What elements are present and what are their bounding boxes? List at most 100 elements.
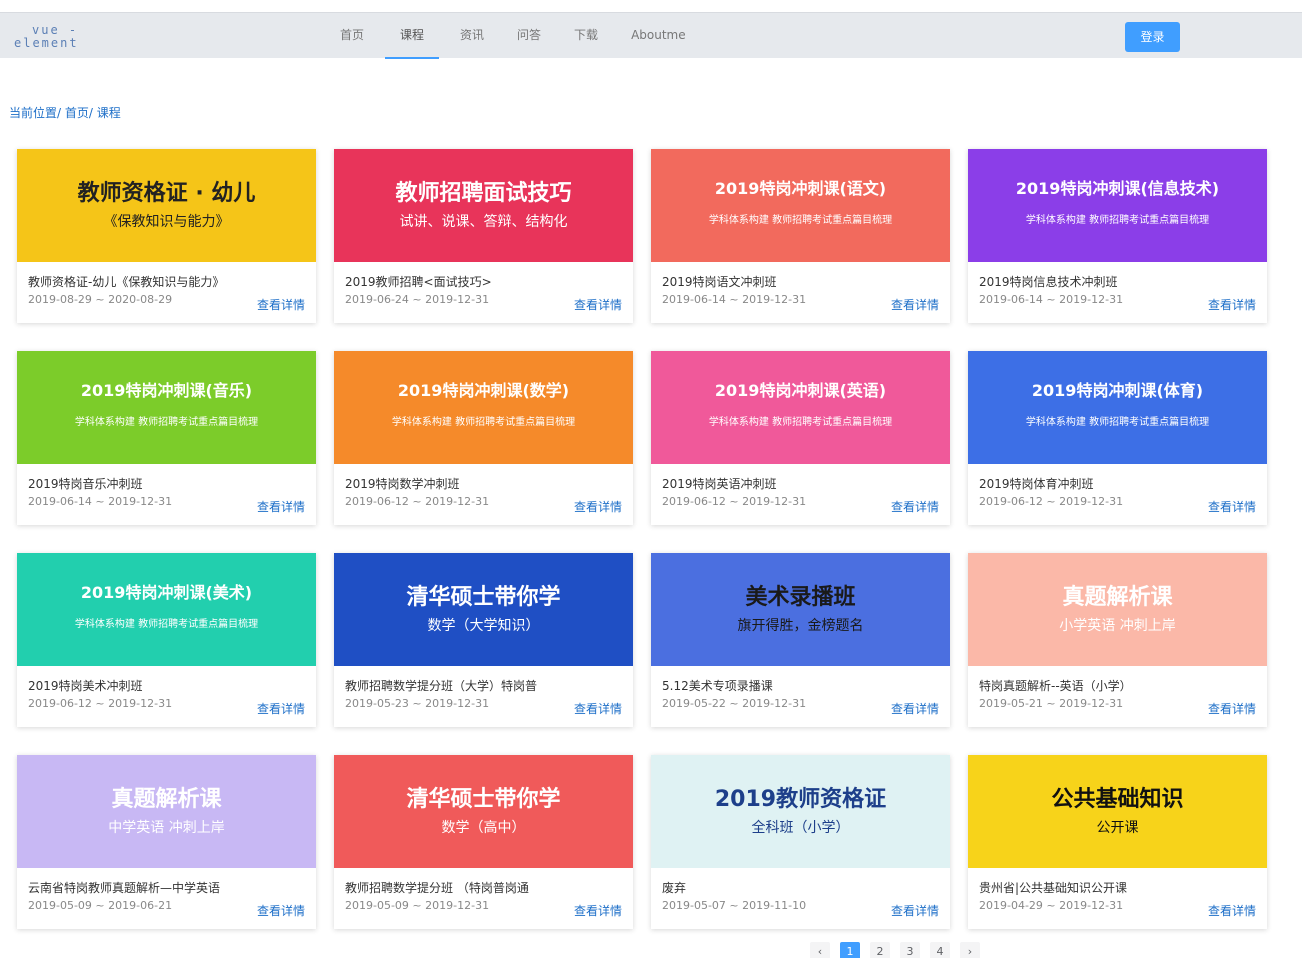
course-title: 2019特岗体育冲刺班 xyxy=(979,477,1094,491)
course-date-range: 2019-06-12 ~ 2019-12-31 xyxy=(345,495,490,508)
course-banner-image[interactable]: 2019特岗冲刺课(体育) 学科体系构建 教师招聘考试重点篇目梳理 xyxy=(968,351,1267,464)
nav-item-2[interactable]: 资讯 xyxy=(448,13,496,59)
view-details-link[interactable]: 查看详情 xyxy=(257,296,305,313)
banner-subline: 数学（高中） xyxy=(441,820,526,836)
view-details-link[interactable]: 查看详情 xyxy=(891,498,939,515)
view-details-link[interactable]: 查看详情 xyxy=(891,700,939,717)
pagination: ‹ 1 2 3 4 › xyxy=(810,942,990,958)
banner-headline: 真题解析课 xyxy=(1062,585,1173,610)
view-details-link[interactable]: 查看详情 xyxy=(257,902,305,919)
course-card[interactable]: 真题解析课 小学英语 冲刺上岸 特岗真题解析--英语（小学） 2019-05-21 ~… xyxy=(968,553,1267,727)
course-banner-image[interactable]: 真题解析课中学英语 冲刺上岸 xyxy=(17,755,316,868)
pagination-page-1[interactable]: 1 xyxy=(840,942,860,958)
course-banner-image[interactable]: 2019特岗冲刺课(英语) 学科体系构建 教师招聘考试重点篇目梳理 xyxy=(651,351,950,464)
banner-subline: 学科体系构建 教师招聘考试重点篇目梳理 xyxy=(391,417,576,428)
course-banner-image[interactable]: 教师资格证 · 幼儿《保教知识与能力》 xyxy=(17,149,316,262)
banner-subline: 试讲、说课、答辩、结构化 xyxy=(399,214,568,230)
course-card[interactable]: 2019特岗冲刺课(数学) 学科体系构建 教师招聘考试重点篇目梳理 2019特岗数学… xyxy=(334,351,633,525)
course-card[interactable]: 公共基础知识 公开课 贵州省|公共基础知识公开课 2019-04-29 ~ 2019-… xyxy=(968,755,1267,929)
view-details-link[interactable]: 查看详情 xyxy=(1208,498,1256,515)
course-title: 贵州省|公共基础知识公开课 xyxy=(979,881,1128,895)
pagination-page-2[interactable]: 2 xyxy=(870,942,890,958)
course-title: 2019特岗信息技术冲刺班 xyxy=(979,275,1118,289)
course-card[interactable]: 2019教师资格证 全科班（小学） 废弃 2019-05-07 ~ 2019-11-1… xyxy=(651,755,950,929)
logo-line-2: element xyxy=(14,36,79,50)
banner-headline: 2019特岗冲刺课(信息技术) xyxy=(1015,179,1220,198)
course-title: 2019教师招聘<面试技巧> xyxy=(345,275,492,289)
view-details-link[interactable]: 查看详情 xyxy=(891,296,939,313)
course-date-range: 2019-06-12 ~ 2019-12-31 xyxy=(28,697,173,710)
banner-subline: 全科班（小学） xyxy=(751,820,850,836)
course-card[interactable]: 2019特岗冲刺课(体育) 学科体系构建 教师招聘考试重点篇目梳理 2019特岗体育… xyxy=(968,351,1267,525)
course-card[interactable]: 2019特岗冲刺课(语文) 学科体系构建 教师招聘考试重点篇目梳理 2019特岗语文… xyxy=(651,149,950,323)
course-card[interactable]: 清华硕士带你学 数学（高中） 教师招聘数学提分班 （特岗普岗通 2019-05-09 … xyxy=(334,755,633,929)
banner-subline: 中学英语 冲刺上岸 xyxy=(108,820,225,836)
breadcrumb: 当前位置/ 首页/ 课程 xyxy=(9,106,121,120)
top-navbar: vue - element 首页 课程 资讯 问答 下载 Aboutme 登录 xyxy=(0,12,1302,59)
course-card[interactable]: 真题解析课 中学英语 冲刺上岸 云南省特岗教师真题解析—中学英语 2019-05-09… xyxy=(17,755,316,929)
course-banner-image[interactable]: 美术录播班 旗开得胜，金榜题名 xyxy=(651,553,950,666)
course-card[interactable]: 清华硕士带你学 数学（大学知识） 教师招聘数学提分班（大学）特岗普 2019-05-2… xyxy=(334,553,633,727)
course-banner-image[interactable]: 2019特岗冲刺课(美术) 学科体系构建 教师招聘考试重点篇目梳理 xyxy=(17,553,316,666)
view-details-link[interactable]: 查看详情 xyxy=(1208,700,1256,717)
view-details-link[interactable]: 查看详情 xyxy=(574,902,622,919)
banner-headline: 教师资格证 · 幼儿 xyxy=(77,181,256,206)
banner-headline: 真题解析课 xyxy=(111,787,222,812)
course-title: 教师招聘数学提分班（大学）特岗普 xyxy=(345,679,538,693)
course-banner-image[interactable]: 真题解析课小学英语 冲刺上岸 xyxy=(968,553,1267,666)
course-banner-image[interactable]: 2019特岗冲刺课(信息技术) 学科体系构建 教师招聘考试重点篇目梳理 xyxy=(968,149,1267,262)
view-details-link[interactable]: 查看详情 xyxy=(257,498,305,515)
course-date-range: 2019-05-09 ~ 2019-12-31 xyxy=(345,899,490,912)
view-details-link[interactable]: 查看详情 xyxy=(574,498,622,515)
view-details-link[interactable]: 查看详情 xyxy=(1208,902,1256,919)
login-button[interactable]: 登录 xyxy=(1125,22,1180,52)
view-details-link[interactable]: 查看详情 xyxy=(574,296,622,313)
view-details-link[interactable]: 查看详情 xyxy=(257,700,305,717)
nav-item-1[interactable]: 课程 xyxy=(385,13,440,59)
banner-headline: 2019特岗冲刺课(语文) xyxy=(714,179,887,198)
view-details-link[interactable]: 查看详情 xyxy=(891,902,939,919)
banner-subline: 学科体系构建 教师招聘考试重点篇目梳理 xyxy=(74,417,259,428)
pagination-next-button[interactable]: › xyxy=(960,942,980,958)
course-banner-image[interactable]: 清华硕士带你学 数学（高中） xyxy=(334,755,633,868)
banner-subline: 公开课 xyxy=(1096,820,1139,836)
course-banner-image[interactable]: 教师招聘面试技巧 试讲、说课、答辩、结构化 xyxy=(334,149,633,262)
course-date-range: 2019-06-12 ~ 2019-12-31 xyxy=(979,495,1124,508)
pagination-prev-button[interactable]: ‹ xyxy=(810,942,830,958)
course-banner-image[interactable]: 2019特岗冲刺课(数学) 学科体系构建 教师招聘考试重点篇目梳理 xyxy=(334,351,633,464)
course-card[interactable]: 2019特岗冲刺课(音乐) 学科体系构建 教师招聘考试重点篇目梳理 2019特岗音乐… xyxy=(17,351,316,525)
nav-item-4[interactable]: 下载 xyxy=(562,13,610,59)
course-date-range: 2019-06-24 ~ 2019-12-31 xyxy=(345,293,490,306)
banner-subline: 学科体系构建 教师招聘考试重点篇目梳理 xyxy=(74,619,259,630)
course-banner-image[interactable]: 2019教师资格证全科班（小学） xyxy=(651,755,950,868)
course-banner-image[interactable]: 2019特岗冲刺课(语文) 学科体系构建 教师招聘考试重点篇目梳理 xyxy=(651,149,950,262)
site-logo[interactable]: vue - element xyxy=(14,23,124,53)
course-title: 2019特岗数学冲刺班 xyxy=(345,477,460,491)
pagination-page-3[interactable]: 3 xyxy=(900,942,920,958)
banner-headline: 2019特岗冲刺课(数学) xyxy=(397,381,570,400)
course-card[interactable]: 教师资格证 · 幼儿 《保教知识与能力》 教师资格证-幼儿《保教知识与能力》 2019… xyxy=(17,149,316,323)
course-card[interactable]: 2019特岗冲刺课(英语) 学科体系构建 教师招聘考试重点篇目梳理 2019特岗英语… xyxy=(651,351,950,525)
view-details-link[interactable]: 查看详情 xyxy=(574,700,622,717)
course-card[interactable]: 2019特岗冲刺课(美术) 学科体系构建 教师招聘考试重点篇目梳理 2019特岗美术… xyxy=(17,553,316,727)
nav-item-3[interactable]: 问答 xyxy=(505,13,553,59)
course-card[interactable]: 美术录播班 旗开得胜，金榜题名 5.12美术专项录播课 2019-05-22 ~ 20… xyxy=(651,553,950,727)
banner-subline: 《保教知识与能力》 xyxy=(103,214,230,230)
course-title: 2019特岗美术冲刺班 xyxy=(28,679,143,693)
nav-item-5[interactable]: Aboutme xyxy=(619,13,698,59)
view-details-link[interactable]: 查看详情 xyxy=(1208,296,1256,313)
course-banner-image[interactable]: 清华硕士带你学 数学（大学知识） xyxy=(334,553,633,666)
nav-item-0[interactable]: 首页 xyxy=(328,13,376,59)
course-banner-image[interactable]: 2019特岗冲刺课(音乐) 学科体系构建 教师招聘考试重点篇目梳理 xyxy=(17,351,316,464)
course-card[interactable]: 教师招聘面试技巧 试讲、说课、答辩、结构化 2019教师招聘<面试技巧> 2019-0… xyxy=(334,149,633,323)
course-date-range: 2019-06-12 ~ 2019-12-31 xyxy=(662,495,807,508)
banner-headline: 2019教师资格证 xyxy=(714,787,887,812)
course-banner-image[interactable]: 公共基础知识 公开课 xyxy=(968,755,1267,868)
course-date-range: 2019-06-14 ~ 2019-12-31 xyxy=(662,293,807,306)
banner-subline: 学科体系构建 教师招聘考试重点篇目梳理 xyxy=(708,215,893,226)
pagination-page-4[interactable]: 4 xyxy=(930,942,950,958)
course-title: 5.12美术专项录播课 xyxy=(662,679,773,693)
banner-subline: 学科体系构建 教师招聘考试重点篇目梳理 xyxy=(708,417,893,428)
banner-subline: 小学英语 冲刺上岸 xyxy=(1059,618,1176,634)
course-card[interactable]: 2019特岗冲刺课(信息技术) 学科体系构建 教师招聘考试重点篇目梳理 2019特岗… xyxy=(968,149,1267,323)
